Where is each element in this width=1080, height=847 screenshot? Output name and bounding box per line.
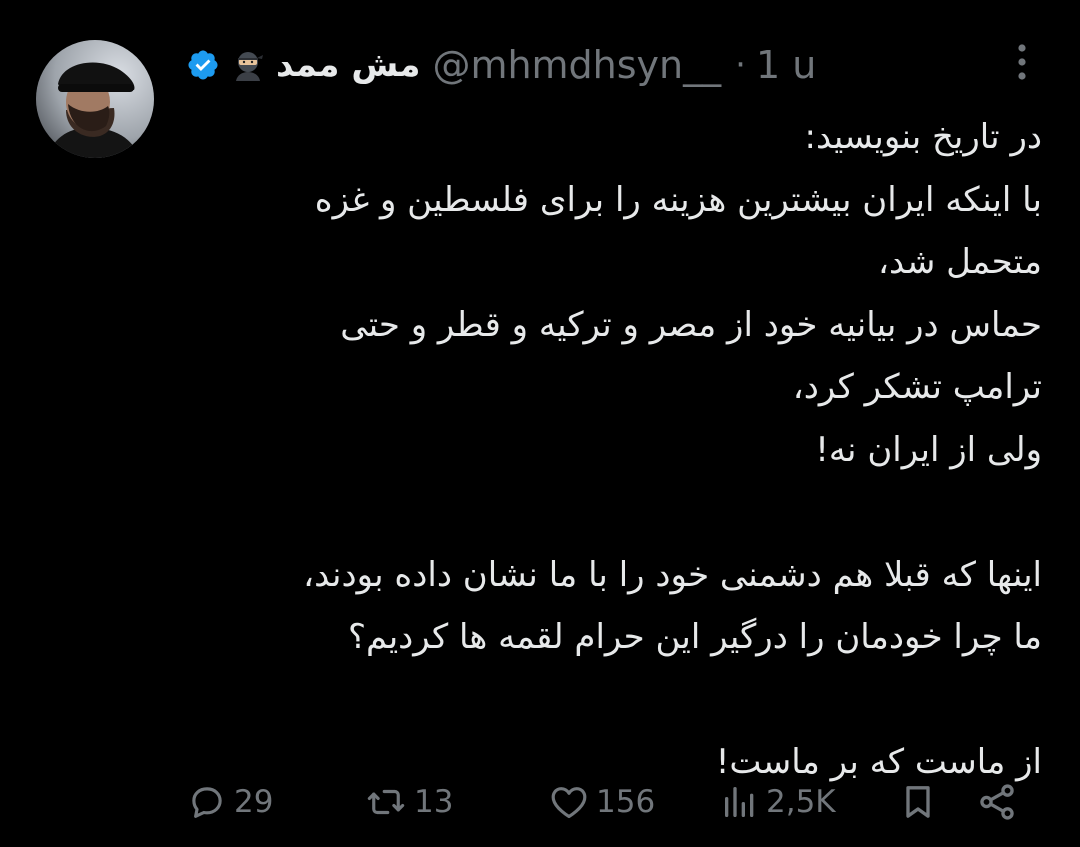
bookmark-icon [898,780,938,824]
tweet-body-line: در تاریخ بنویسید: [804,117,1042,157]
tweet-body-line: ولی از ایران نه! [815,429,1042,470]
tweet-body-line: اینها که قبلا هم دشمنی خود را با ما نشان… [303,554,1042,595]
tweet-body-line: متحمل شد، [878,242,1042,282]
author-handle[interactable]: @mhmdhsyn__ [432,43,721,87]
tweet-card: مش ممد @mhmdhsyn__ · 1 u در تاریخ بنویسی… [0,0,1080,847]
tweet-header: مش ممد @mhmdhsyn__ · 1 u [186,40,816,90]
reply-count: 29 [234,784,274,820]
ninja-emoji-icon [230,47,266,83]
tweet-body-line: ما چرا خودمان را درگیر این حرام لقمه ها … [348,617,1042,657]
share-button[interactable] [976,770,1018,834]
heart-icon [548,781,590,823]
avatar[interactable] [36,40,154,158]
tweet-body-line: ترامپ تشکر کرد، [792,367,1042,407]
like-count: 156 [596,784,656,820]
tweet-body-line: با اینکه ایران بیشترین هزینه را برای فلس… [314,179,1042,220]
tweet-timestamp[interactable]: 1 u [756,43,816,87]
tweet-body: در تاریخ بنویسید: با اینکه ایران بیشترین… [180,106,1042,794]
comment-icon [186,781,228,823]
more-vertical-icon[interactable] [1010,42,1034,82]
tweet-actions: 29 13 156 2,5K [186,770,1026,834]
views-chart-icon [720,781,760,823]
repost-icon [364,781,408,823]
bookmark-button[interactable] [898,770,938,834]
reply-button[interactable]: 29 [186,770,273,834]
like-button[interactable]: 156 [548,770,655,834]
tweet-body-line [180,669,1042,732]
tweet-body-line [180,481,1042,544]
views-button[interactable]: 2,5K [720,770,836,834]
views-count: 2,5K [766,784,836,820]
share-icon [976,781,1018,823]
repost-button[interactable]: 13 [364,770,453,834]
repost-count: 13 [414,784,454,820]
header-separator: · [735,45,746,85]
author-display-name[interactable]: مش ممد [276,45,420,85]
tweet-body-line: حماس در بیانیه خود از مصر و ترکیه و قطر … [340,304,1042,345]
verified-badge-icon [186,48,220,82]
